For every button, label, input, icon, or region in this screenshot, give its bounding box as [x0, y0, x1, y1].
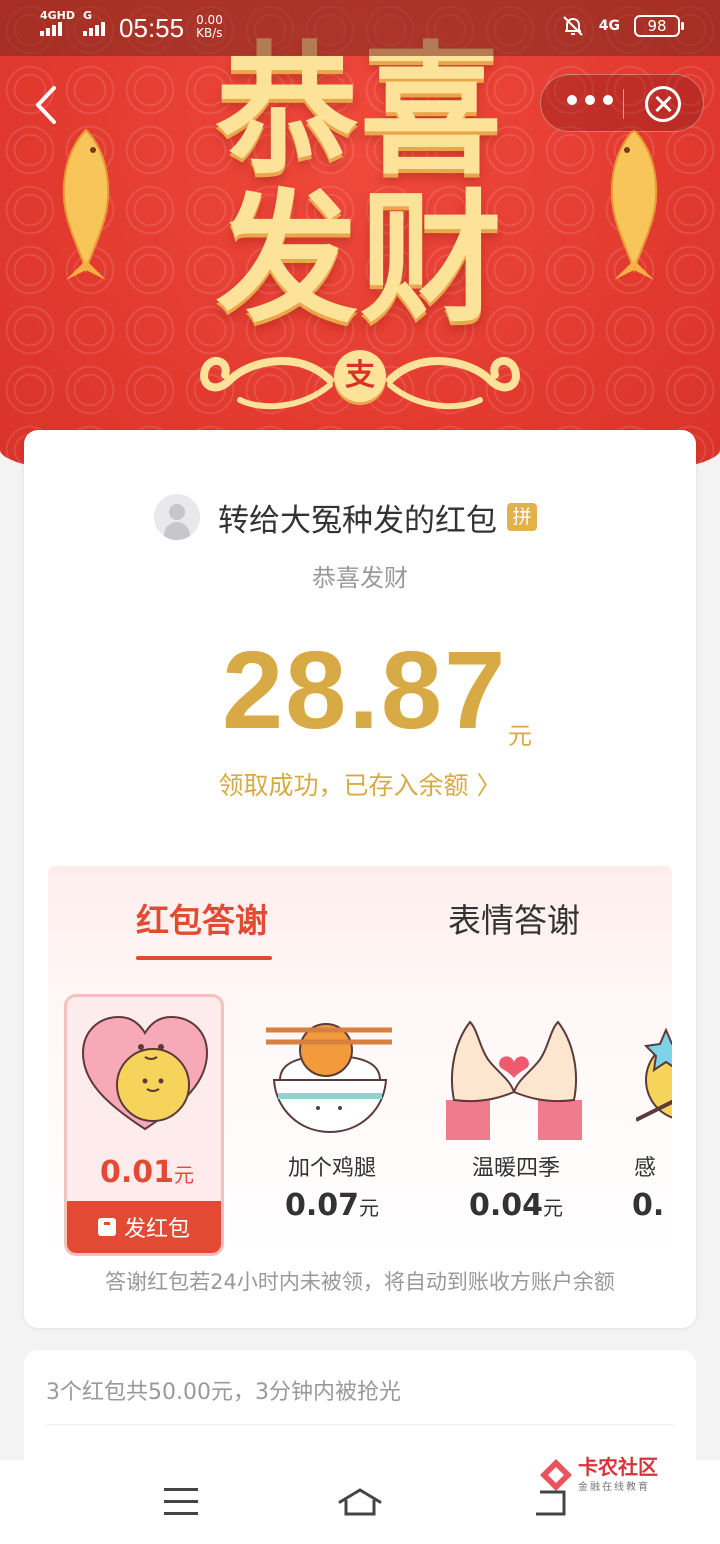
amount-value: 28.87 — [222, 629, 508, 752]
watermark-title: 卡农社区 — [578, 1455, 658, 1479]
status-bar: 4GHD G 05:55 0.00 KB/s 4G 98 — [0, 0, 720, 56]
mini-program-capsule — [540, 74, 704, 132]
battery-icon: 98 — [634, 15, 684, 37]
gift-price: 0.01元 — [99, 1155, 195, 1190]
headline: 恭喜 发财 — [190, 38, 530, 334]
capsule-divider — [623, 89, 624, 119]
watermark-subtitle: 金融在线教育 — [578, 1482, 650, 1493]
back-arrow-icon[interactable] — [28, 80, 68, 130]
gift-option-thanks[interactable]: 感 0. — [620, 994, 672, 1256]
home-icon[interactable] — [336, 1486, 384, 1518]
gift-price: 0. — [632, 1188, 665, 1223]
send-red-packet-button[interactable]: 发红包 — [67, 1201, 221, 1253]
gift-option-drumstick[interactable]: 加个鸡腿 0.07元 — [252, 994, 412, 1256]
thanks-panel: 红包答谢 表情答谢 0.01元 发红包 加个鸡腿 0.07元 温暖四季 0.04… — [48, 866, 672, 1258]
watermark: 卡农社区 金融在线教育 — [538, 1456, 658, 1493]
gift-name: 加个鸡腿 — [287, 1156, 376, 1181]
divider — [46, 1424, 674, 1425]
avatar[interactable] — [154, 494, 200, 540]
headline-line1: 恭喜 — [216, 29, 504, 194]
red-packet-card: 转给大冤种发的红包 拼 恭喜发财 28.87 元 领取成功，已存入余额 〉 红包… — [24, 430, 696, 1328]
headline-line2: 发财 — [216, 177, 504, 342]
more-icon[interactable] — [567, 95, 613, 105]
gift-name: 感 — [634, 1156, 657, 1181]
balance-link[interactable]: 领取成功，已存入余额 〉 — [24, 766, 696, 802]
cloud-ornament-icon — [386, 357, 520, 410]
heart-hands-icon — [446, 1020, 582, 1140]
group-badge: 拼 — [507, 503, 537, 531]
gift-name: 温暖四季 — [471, 1156, 560, 1181]
tab-indicator — [136, 956, 272, 960]
signal-bars-icon — [40, 22, 75, 36]
mute-bell-icon — [563, 16, 583, 36]
network-speed: 0.00 KB/s — [196, 13, 223, 40]
amount-unit: 元 — [508, 722, 532, 750]
tab-sticker-thanks[interactable]: 表情答谢 — [448, 894, 580, 942]
signal-indicator-1: 4GHD — [40, 10, 75, 36]
heart-hug-icon — [81, 1015, 209, 1131]
signal-indicator-2: G — [83, 10, 106, 36]
tab-red-packet-thanks[interactable]: 红包答谢 — [136, 894, 268, 942]
alipay-logo-icon: 支 — [334, 350, 386, 402]
thanks-note: 答谢红包若24小时内未被领，将自动到账收方账户余额 — [105, 1270, 615, 1294]
network-type: 4G — [598, 18, 620, 34]
menu-icon[interactable] — [164, 1488, 198, 1516]
signal-bars-icon — [83, 22, 106, 36]
wish-text: 恭喜发财 — [312, 564, 408, 592]
cloud-ornament-icon — [200, 357, 334, 410]
star-wand-icon — [636, 1027, 672, 1122]
sender-row: 转给大冤种发的红包 拼 — [154, 494, 537, 540]
gift-option-heart-hands[interactable]: 温暖四季 0.04元 — [436, 994, 596, 1256]
gift-price: 0.04元 — [468, 1188, 564, 1223]
sender-name: 转给大冤种发的红包 — [218, 502, 497, 539]
gift-price: 0.07元 — [284, 1188, 380, 1223]
clock: 05:55 — [119, 13, 185, 43]
rice-bowl-drumstick-icon — [266, 1023, 392, 1134]
close-icon[interactable] — [645, 86, 681, 122]
koi-fish-icon — [62, 128, 110, 280]
summary-text: 3个红包共50.00元，3分钟内被抢光 — [46, 1380, 401, 1405]
koi-fish-icon — [610, 128, 658, 280]
kanong-logo-icon — [540, 1458, 572, 1491]
red-packet-icon — [97, 1218, 116, 1236]
gift-option-hug[interactable]: 0.01元 发红包 — [64, 994, 224, 1256]
